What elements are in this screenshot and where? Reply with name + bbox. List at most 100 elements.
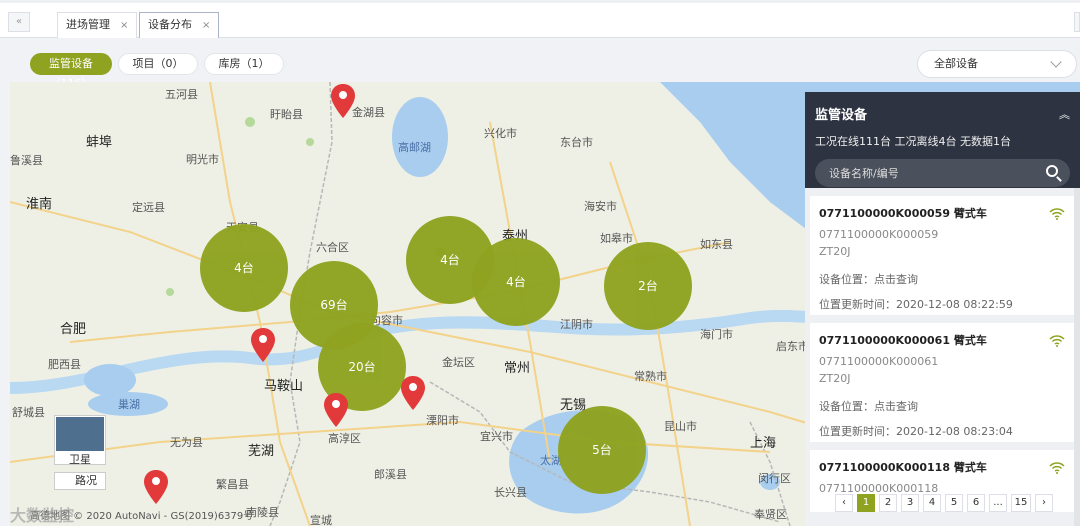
next-page-button[interactable]: ›	[1035, 494, 1053, 512]
search-icon[interactable]	[1046, 165, 1058, 177]
page-button[interactable]: 3	[901, 494, 919, 512]
device-model: ZT20J	[819, 245, 851, 258]
device-search-input[interactable]	[815, 159, 1035, 187]
city-label: 蚌埠	[86, 135, 113, 150]
traffic-label: 路况	[75, 474, 97, 487]
tab-device-distribution[interactable]: 设备分布 ×	[139, 12, 220, 38]
city-label: 兴化市	[484, 127, 517, 140]
device-card[interactable]: 0771100000K000061 臂式车 0771100000K000061 …	[810, 323, 1075, 442]
close-icon[interactable]: ×	[202, 20, 210, 31]
update-time: 2020-12-08 08:23:04	[896, 425, 1013, 438]
page-button[interactable]: 4	[923, 494, 941, 512]
city-label: 金坛区	[442, 356, 475, 369]
device-cluster[interactable]: 5台	[558, 406, 646, 494]
collapse-sidebar-button[interactable]: «	[8, 12, 30, 32]
city-label: 昆山市	[664, 420, 697, 433]
traffic-layer-button[interactable]: 路况	[54, 472, 106, 490]
filter-projects[interactable]: 项目（0）	[118, 53, 198, 75]
tab-bar: « 进场管理 × 设备分布 ×	[0, 0, 1080, 38]
city-label: 如皋市	[600, 232, 633, 245]
city-label: 无为县	[170, 436, 203, 449]
panel-scrollbar[interactable]	[1074, 188, 1080, 526]
city-label: 合肥	[60, 322, 87, 337]
city-label: 常州	[504, 361, 531, 376]
location-label: 设备位置：	[819, 273, 874, 286]
device-code: 0771100000K000061	[819, 355, 939, 368]
page-button[interactable]: 6	[967, 494, 985, 512]
map-pin-icon[interactable]	[401, 376, 425, 410]
page-button[interactable]: 1	[857, 494, 875, 512]
city-label: 郎溪县	[374, 468, 407, 481]
panel-title: 监管设备	[815, 108, 868, 123]
city-label: 海门市	[700, 328, 733, 341]
map-pin-icon[interactable]	[324, 393, 348, 427]
city-label: 芜湖	[248, 444, 275, 459]
page-button[interactable]: 15	[1011, 494, 1031, 512]
update-label: 位置更新时间：	[819, 425, 896, 438]
page-button[interactable]: 5	[945, 494, 963, 512]
lake-label: 高邮湖	[398, 141, 431, 154]
location-query-link[interactable]: 点击查询	[874, 273, 918, 286]
city-label: 东台市	[560, 136, 593, 149]
city-label: 高淳区	[328, 432, 361, 445]
filter-monitored-devices[interactable]: 监管设备（116）	[30, 53, 112, 90]
map-pin-icon[interactable]	[331, 84, 355, 118]
device-cluster[interactable]: 4台	[200, 224, 288, 312]
city-label: 宜兴市	[480, 430, 513, 443]
tab-entry-management[interactable]: 进场管理 ×	[57, 12, 138, 38]
city-label: 盱眙县	[270, 108, 303, 121]
device-stats: 工况在线111台 工况离线4台 无数据1台	[815, 135, 1011, 148]
watermark-logo: 大数监控	[10, 506, 75, 525]
map-pin-icon[interactable]	[251, 328, 275, 362]
city-label: 海安市	[584, 200, 617, 213]
location-query-link[interactable]: 点击查询	[874, 400, 918, 413]
city-label: 鲁溪县	[10, 154, 43, 167]
city-label: 六合区	[316, 241, 349, 254]
update-label: 位置更新时间：	[819, 298, 896, 311]
location-label: 设备位置：	[819, 400, 874, 413]
device-card[interactable]: 0771100000K000059 臂式车 0771100000K000059 …	[810, 196, 1075, 315]
tab-label: 进场管理	[66, 18, 110, 31]
pagination: ‹ 1 2 3 4 5 6 ... 15 ›	[835, 494, 1053, 512]
city-label: 宣城	[310, 514, 332, 526]
satellite-label: 卫星	[69, 453, 91, 466]
update-time: 2020-12-08 08:22:59	[896, 298, 1013, 311]
chevron-down-icon	[1050, 56, 1062, 68]
city-label: 如东县	[700, 238, 733, 251]
device-code: 0771100000K000059	[819, 228, 939, 241]
city-label: 江阴市	[560, 318, 593, 331]
device-type-select[interactable]: 全部设备	[917, 50, 1077, 78]
device-cluster[interactable]: 4台	[472, 238, 560, 326]
page-ellipsis[interactable]: ...	[989, 494, 1007, 512]
wifi-signal-icon	[1049, 208, 1065, 220]
city-label: 淮南	[26, 197, 53, 212]
filter-warehouses[interactable]: 库房（1）	[204, 53, 284, 75]
page-button[interactable]: 2	[879, 494, 897, 512]
device-location-row: 设备位置：点击查询	[819, 271, 1066, 287]
collapse-panel-icon[interactable]: ︽	[1059, 106, 1070, 122]
scroll-tabs-button[interactable]	[1074, 12, 1080, 32]
device-cluster[interactable]: 2台	[604, 242, 692, 330]
device-search-box	[815, 159, 1070, 187]
satellite-thumbnail	[56, 417, 104, 451]
city-label: 马鞍山	[264, 379, 304, 394]
select-value: 全部设备	[934, 57, 978, 70]
top-strip	[0, 0, 1080, 3]
city-label: 繁昌县	[216, 478, 249, 491]
satellite-layer-button[interactable]: 卫星	[54, 415, 106, 466]
city-label: 常熟市	[634, 370, 667, 383]
city-label: 肥西县	[48, 358, 81, 371]
wifi-signal-icon	[1049, 462, 1065, 474]
close-icon[interactable]: ×	[120, 20, 128, 31]
city-label: 闵行区	[758, 472, 791, 485]
prev-page-button[interactable]: ‹	[835, 494, 853, 512]
device-title: 0771100000K000059 臂式车	[819, 207, 987, 220]
city-label: 长兴县	[494, 486, 527, 499]
city-label: 上海	[750, 436, 777, 451]
device-panel: 监管设备 ︽ 工况在线111台 工况离线4台 无数据1台 0771100000K…	[805, 92, 1080, 526]
tab-label: 设备分布	[148, 18, 192, 31]
wifi-signal-icon	[1049, 335, 1065, 347]
device-update-row: 位置更新时间：2020-12-08 08:23:04	[819, 423, 1066, 439]
map-pin-icon[interactable]	[144, 470, 168, 504]
device-location-row: 设备位置：点击查询	[819, 398, 1066, 414]
